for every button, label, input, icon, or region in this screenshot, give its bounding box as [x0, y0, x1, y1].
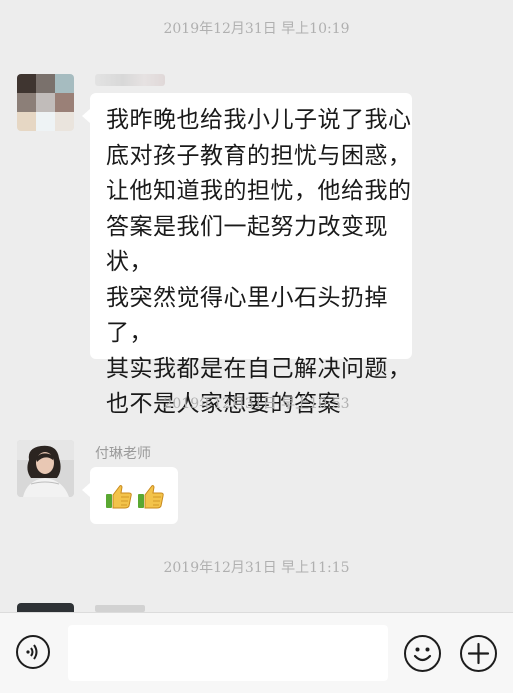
- message-text: 我昨晚也给我小儿子说了我心 底对孩子教育的担忧与困惑， 让他知道我的担忧，他给我…: [106, 107, 412, 417]
- sender-name-blurred: [95, 74, 165, 86]
- voice-icon: [26, 644, 38, 660]
- voice-button[interactable]: [16, 635, 50, 669]
- chat-area[interactable]: 2019年12月31日 早上10:19 我昨晚也给我小儿子说了我心 底对孩子教育…: [0, 0, 513, 612]
- teacher-avatar-image: [17, 440, 74, 497]
- sender-name: 付琳老师: [95, 446, 151, 462]
- thumbs-up-icon: [104, 481, 134, 515]
- thumbs-up-icon: [136, 481, 166, 515]
- avatar[interactable]: [17, 603, 74, 612]
- sender-name-blurred: [95, 605, 145, 612]
- plus-icon: [467, 642, 490, 665]
- emoji-button[interactable]: [404, 635, 441, 672]
- message-input[interactable]: [68, 625, 388, 681]
- avatar[interactable]: [17, 440, 74, 497]
- smiley-icon: [413, 647, 432, 662]
- pixelated-avatar-image: [17, 74, 74, 131]
- timestamp: 2019年12月31日 早上10:19: [163, 21, 350, 37]
- input-bar: [0, 612, 513, 693]
- message-bubble[interactable]: 我昨晚也给我小儿子说了我心 底对孩子教育的担忧与困惑， 让他知道我的担忧，他给我…: [82, 93, 412, 417]
- message-bubble[interactable]: [82, 467, 178, 524]
- more-button[interactable]: [460, 635, 497, 672]
- timestamp: 2019年12月31日 早上11:15: [163, 560, 350, 576]
- timestamp: 2019年12月31日 早上10:53: [163, 396, 350, 412]
- avatar[interactable]: [17, 74, 74, 131]
